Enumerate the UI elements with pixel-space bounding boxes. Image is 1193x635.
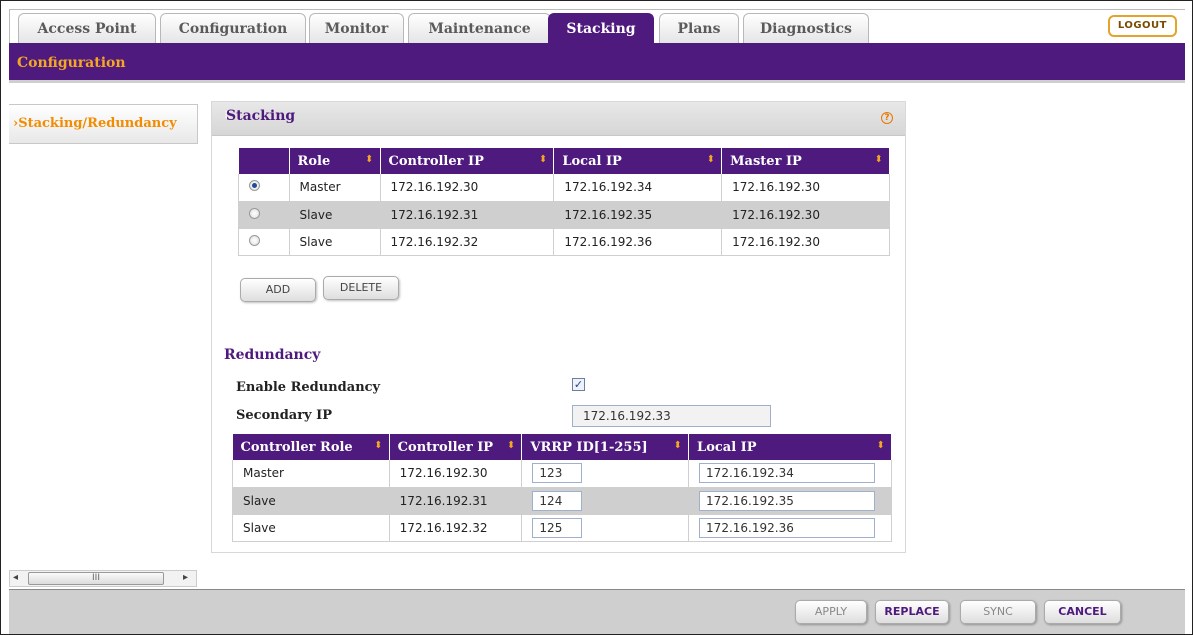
select-column-header [238, 148, 290, 174]
column-header-controller-ip[interactable]: Controller IP ⬍ [380, 148, 555, 174]
redundancy-table: Controller Role ⬍ Controller IP ⬍ VRRP ID[… [232, 434, 892, 542]
vrrp-id-input[interactable]: 124 [532, 490, 583, 511]
sort-icon[interactable]: ⬍ [707, 154, 715, 165]
logout-button[interactable]: LOGOUT [1107, 15, 1177, 37]
column-header-controller-role[interactable]: Controller Role ⬍ [232, 434, 390, 460]
sort-icon[interactable]: ⬍ [507, 440, 515, 451]
row-select-cell [238, 201, 290, 229]
controller-ip-cell: 172.16.192.32 [388, 514, 523, 542]
add-button[interactable]: ADD [240, 278, 316, 302]
enable-redundancy-label: Enable Redundancy [236, 380, 381, 395]
master-ip-cell: 172.16.192.30 [721, 201, 890, 229]
sidebar-item-label: ›Stacking/Redundancy [13, 116, 177, 131]
table-row[interactable]: Slave 172.16.192.31 172.16.192.35 172.16… [238, 201, 890, 229]
sort-icon[interactable]: ⬍ [365, 154, 373, 165]
column-header-role[interactable]: Role ⬍ [289, 148, 381, 174]
controller-role-cell: Slave [232, 514, 390, 542]
secondary-ip-field[interactable]: 172.16.192.33 [572, 405, 771, 427]
sort-icon[interactable]: ⬍ [877, 440, 885, 451]
sort-icon[interactable]: ⬍ [674, 440, 682, 451]
role-cell: Slave [288, 228, 381, 256]
local-ip-cell: 172.16.192.35 [688, 487, 892, 515]
stacking-table: Role ⬍ Controller IP ⬍ Local IP ⬍ Master IP… [238, 148, 890, 256]
controller-role-cell: Slave [232, 487, 390, 515]
scrollbar-thumb[interactable]: III [28, 572, 164, 585]
controller-ip-cell: 172.16.192.32 [379, 228, 555, 256]
local-ip-cell: 172.16.192.36 [688, 514, 892, 542]
tab-diagnostics[interactable]: Diagnostics [743, 13, 869, 44]
row-select-cell [238, 174, 290, 202]
local-ip-cell: 172.16.192.35 [553, 201, 723, 229]
panel-title: Stacking [226, 108, 296, 124]
row-radio-button[interactable] [249, 207, 260, 219]
apply-button[interactable]: APPLY [795, 600, 867, 624]
table-row: Slave 172.16.192.31 124 172.16.192.35 [232, 487, 892, 515]
column-header-vrrp-id[interactable]: VRRP ID[1-255] ⬍ [521, 434, 690, 460]
cancel-button[interactable]: CANCEL [1044, 600, 1121, 624]
sync-button[interactable]: SYNC [960, 600, 1036, 624]
tab-stacking[interactable]: Stacking [548, 13, 654, 44]
column-header-master-ip[interactable]: Master IP ⬍ [721, 148, 890, 174]
local-ip-cell: 172.16.192.34 [553, 174, 723, 202]
local-ip-cell: 172.16.192.34 [688, 460, 892, 488]
stacking-panel: ⠿ Stacking ? Role ⬍ Controller IP ⬍ Local … [211, 101, 906, 553]
table-row[interactable]: Master 172.16.192.30 172.16.192.34 172.1… [238, 174, 890, 202]
local-ip-input[interactable]: 172.16.192.34 [699, 463, 876, 484]
tab-maintenance[interactable]: Maintenance [408, 13, 551, 44]
sort-icon[interactable]: ⬍ [875, 154, 883, 165]
tab-configuration[interactable]: Configuration [160, 13, 306, 44]
enable-redundancy-checkbox[interactable]: ✓ [572, 378, 585, 391]
secondary-ip-label: Secondary IP [236, 408, 332, 423]
main-tab-bar: Access Point Configuration Monitor Maint… [9, 9, 1185, 44]
controller-ip-cell: 172.16.192.30 [379, 174, 555, 202]
sort-icon[interactable]: ⬍ [374, 440, 382, 451]
row-radio-button[interactable] [249, 180, 260, 192]
help-icon[interactable]: ? [881, 112, 893, 124]
tab-access-point[interactable]: Access Point [18, 13, 156, 44]
vrrp-id-input[interactable]: 123 [532, 463, 583, 484]
table-row: Slave 172.16.192.32 125 172.16.192.36 [232, 514, 892, 542]
horizontal-scrollbar[interactable]: ◂ III ▸ [9, 570, 197, 587]
sub-header: Configuration [9, 43, 1185, 83]
table-header-row: Role ⬍ Controller IP ⬍ Local IP ⬍ Master IP… [238, 148, 890, 174]
column-header-controller-ip[interactable]: Controller IP ⬍ [389, 434, 523, 460]
footer-bar: APPLY REPLACE SYNC CANCEL [9, 589, 1185, 634]
row-select-cell [238, 228, 290, 256]
role-cell: Slave [288, 201, 381, 229]
panel-header: ⠿ Stacking ? [212, 102, 905, 136]
table-header-row: Controller Role ⬍ Controller IP ⬍ VRRP ID[… [232, 434, 892, 460]
local-ip-input[interactable]: 172.16.192.36 [699, 517, 876, 538]
sort-icon[interactable]: ⬍ [539, 154, 547, 165]
vrrp-id-cell: 124 [521, 487, 690, 515]
sidebar-item-stacking-redundancy[interactable]: ›Stacking/Redundancy [9, 104, 198, 144]
scroll-right-arrow-icon[interactable]: ▸ [183, 572, 188, 583]
controller-ip-cell: 172.16.192.31 [379, 201, 555, 229]
vrrp-id-cell: 125 [521, 514, 690, 542]
redundancy-title: Redundancy [224, 347, 321, 363]
row-radio-button[interactable] [249, 234, 260, 246]
controller-role-cell: Master [232, 460, 390, 488]
role-cell: Master [288, 174, 381, 202]
app-window: Access Point Configuration Monitor Maint… [0, 0, 1193, 635]
master-ip-cell: 172.16.192.30 [721, 174, 890, 202]
tab-monitor[interactable]: Monitor [309, 13, 404, 44]
local-ip-cell: 172.16.192.36 [553, 228, 723, 256]
tab-plans[interactable]: Plans [659, 13, 739, 44]
local-ip-input[interactable]: 172.16.192.35 [699, 490, 876, 511]
master-ip-cell: 172.16.192.30 [721, 228, 890, 256]
sub-header-title[interactable]: Configuration [17, 55, 126, 71]
controller-ip-cell: 172.16.192.30 [388, 460, 523, 488]
column-header-local-ip[interactable]: Local IP ⬍ [553, 148, 723, 174]
column-header-local-ip[interactable]: Local IP ⬍ [688, 434, 892, 460]
vrrp-id-input[interactable]: 125 [532, 517, 583, 538]
scroll-left-arrow-icon[interactable]: ◂ [13, 572, 18, 583]
vrrp-id-cell: 123 [521, 460, 690, 488]
controller-ip-cell: 172.16.192.31 [388, 487, 523, 515]
replace-button[interactable]: REPLACE [875, 600, 949, 624]
table-row: Master 172.16.192.30 123 172.16.192.34 [232, 460, 892, 488]
delete-button[interactable]: DELETE [323, 276, 399, 300]
table-row[interactable]: Slave 172.16.192.32 172.16.192.36 172.16… [238, 228, 890, 256]
